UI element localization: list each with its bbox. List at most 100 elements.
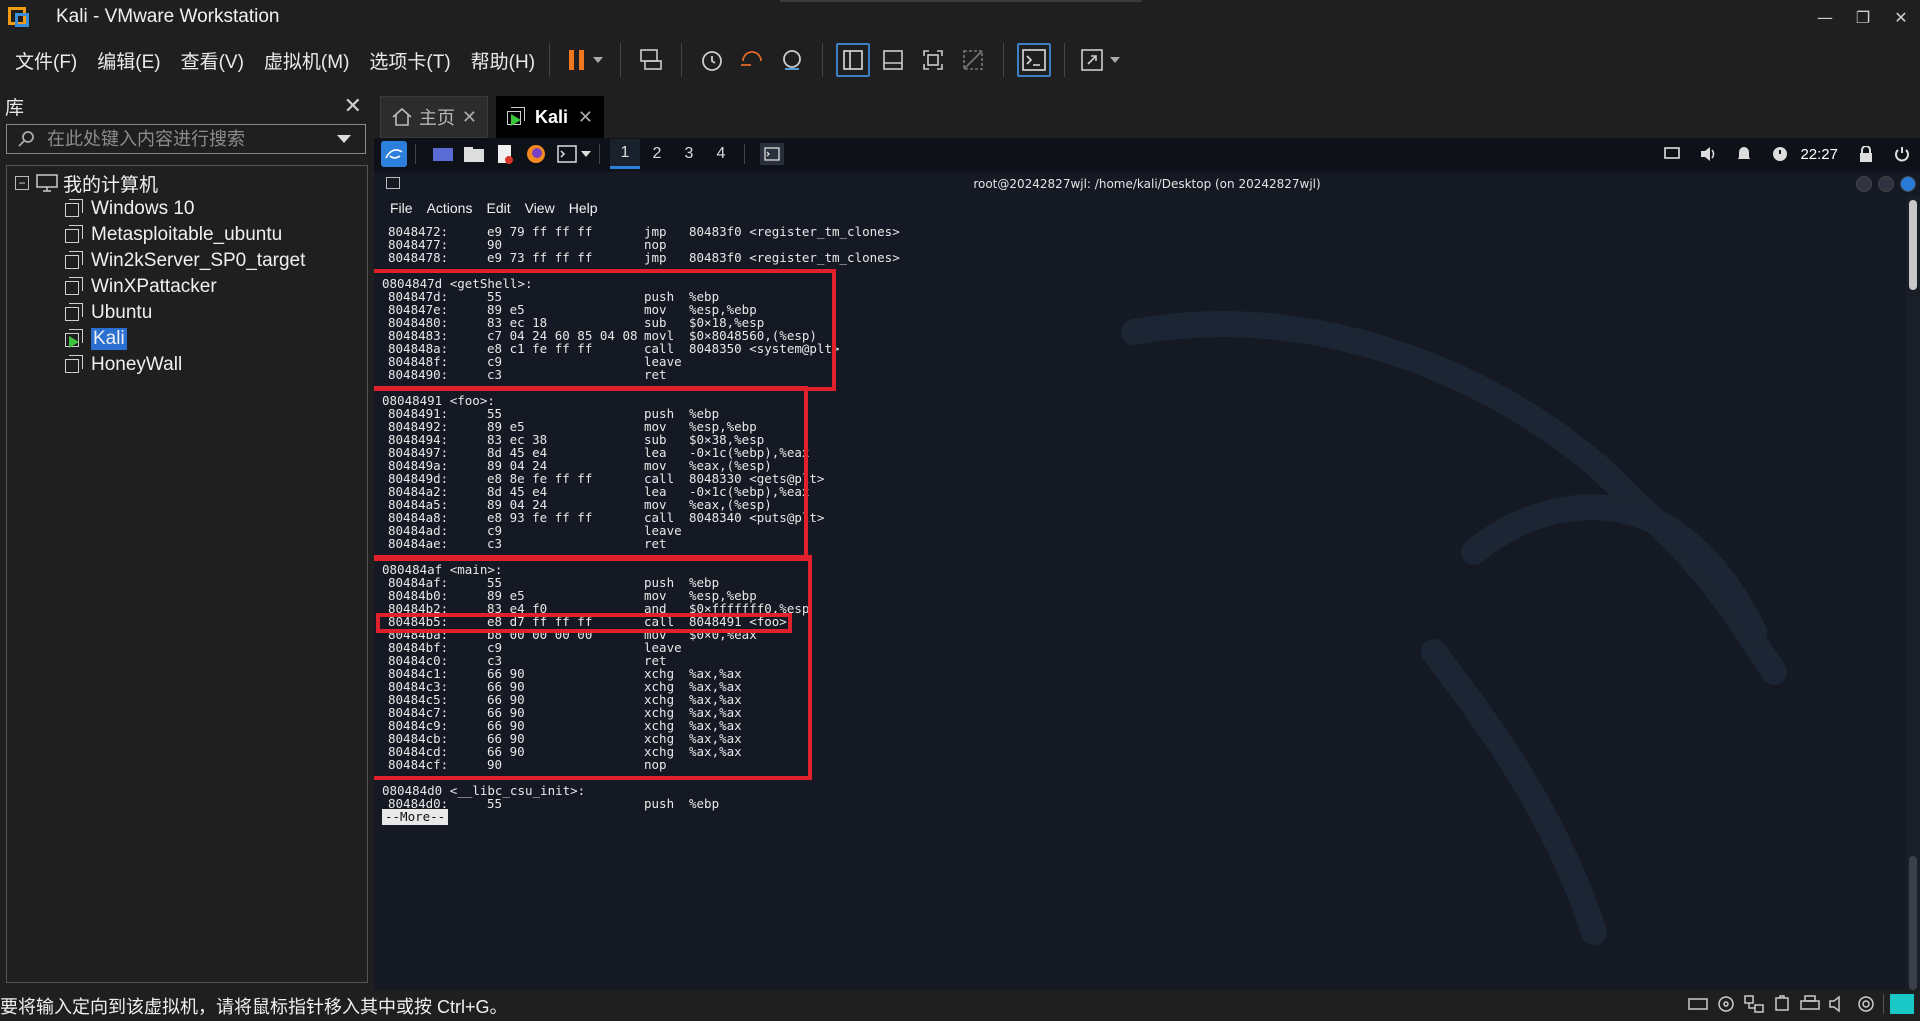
restore-button[interactable]: ❐	[1844, 0, 1882, 34]
window-title: Kali - VMware Workstation	[56, 6, 280, 27]
tree-item-vm[interactable]: HoneyWall	[7, 352, 367, 378]
snapshot-manager-icon[interactable]	[775, 43, 809, 77]
show-desktop-icon[interactable]	[431, 143, 455, 165]
tab-bar: 主页 ✕ Kali ✕	[372, 88, 1920, 138]
menu-help[interactable]: 帮助(H)	[471, 47, 535, 74]
workspace-2[interactable]: 2	[642, 139, 672, 169]
tree-item-vm[interactable]: WinXPattacker	[7, 274, 367, 300]
terminal-menu-file[interactable]: File	[390, 200, 413, 216]
vm-icon	[65, 199, 85, 219]
vm-running-icon	[507, 107, 527, 127]
menu-edit[interactable]: 编辑(E)	[97, 47, 160, 74]
toolbar-separator	[1003, 43, 1005, 77]
tab-home[interactable]: 主页 ✕	[380, 96, 488, 138]
display-icon[interactable]	[1659, 144, 1685, 164]
unity-icon[interactable]	[956, 43, 990, 77]
menu-view[interactable]: 查看(V)	[181, 47, 244, 74]
workspace-3[interactable]: 3	[674, 139, 704, 169]
device-tray	[1681, 994, 1914, 1014]
vm-icon	[65, 251, 85, 271]
terminal-scrollbar[interactable]	[1906, 196, 1920, 990]
thumbnail-view-icon[interactable]	[876, 43, 910, 77]
tree-item-vm[interactable]: Metasploitable_ubuntu	[7, 222, 367, 248]
terminal-titlebar: root@20242827wjl: /home/kali/Desktop (on…	[374, 172, 1920, 196]
firefox-icon[interactable]	[524, 143, 548, 165]
hdd-icon[interactable]	[1687, 994, 1709, 1014]
close-button[interactable]: ✕	[1882, 0, 1920, 34]
window-controls: — ❐ ✕	[1806, 0, 1920, 34]
fullscreen-icon[interactable]	[916, 43, 950, 77]
title-bar: Kali - VMware Workstation — ❐ ✕	[0, 0, 1920, 34]
minimize-button[interactable]: —	[1806, 0, 1844, 34]
terminal-minimize-button[interactable]	[1856, 176, 1872, 192]
terminal-maximize-button[interactable]	[1878, 176, 1894, 192]
logout-icon[interactable]	[1889, 144, 1915, 164]
send-ctrl-alt-del-icon[interactable]	[634, 43, 668, 77]
chevron-down-icon[interactable]	[581, 151, 591, 157]
lock-icon[interactable]	[1853, 144, 1879, 164]
terminal-menu-help[interactable]: Help	[569, 200, 598, 216]
tree-item-my-computer[interactable]: − 我的计算机	[7, 170, 367, 196]
tab-close-button[interactable]: ✕	[462, 107, 477, 128]
menu-file[interactable]: 文件(F)	[15, 47, 77, 74]
snapshot-icon[interactable]	[695, 43, 729, 77]
search-icon	[18, 131, 34, 147]
notification-icon[interactable]	[1731, 144, 1757, 164]
text-editor-icon[interactable]	[493, 143, 517, 165]
kali-menu-icon[interactable]	[381, 141, 407, 167]
file-manager-icon[interactable]	[462, 143, 486, 165]
chevron-down-icon[interactable]	[337, 135, 351, 143]
power-status-icon[interactable]	[1767, 144, 1793, 164]
scrollbar-indicator	[1909, 856, 1917, 990]
sound-icon[interactable]	[1827, 994, 1849, 1014]
workspace-4[interactable]: 4	[706, 139, 736, 169]
library-close-button[interactable]: ✕	[344, 94, 362, 119]
tree-item-label: Win2kServer_SP0_target	[91, 250, 306, 271]
panel-separator	[415, 144, 416, 164]
terminal-window[interactable]: root@20242827wjl: /home/kali/Desktop (on…	[374, 172, 1920, 990]
terminal-launcher-icon[interactable]	[555, 143, 579, 165]
panel-tray: 22:27	[1654, 138, 1920, 170]
printer-icon[interactable]	[1799, 994, 1821, 1014]
title-drag-strip	[780, 0, 1142, 2]
disasm-op: 80483f0 <register_tm_clones>	[689, 250, 900, 265]
panel-separator	[744, 144, 745, 164]
library-search-input[interactable]	[47, 128, 337, 150]
terminal-menu-view[interactable]: View	[525, 200, 555, 216]
vm-icon	[65, 277, 85, 297]
menu-vm[interactable]: 虚拟机(M)	[264, 47, 349, 74]
tab-close-button[interactable]: ✕	[578, 107, 593, 128]
network-icon[interactable]	[1743, 994, 1765, 1014]
cd-icon[interactable]	[1715, 994, 1737, 1014]
volume-icon[interactable]	[1695, 144, 1721, 164]
terminal-output[interactable]: 8048472: e9 79 ff ff ff jmp 80483f0 <regist…	[374, 222, 1894, 990]
stretch-icon[interactable]	[1078, 43, 1122, 77]
tree-item-vm[interactable]: Win2kServer_SP0_target	[7, 248, 367, 274]
tab-kali[interactable]: Kali ✕	[496, 96, 604, 138]
console-view-icon[interactable]	[1017, 43, 1052, 77]
disasm-bytes: e9 73 ff ff ff	[487, 250, 593, 265]
terminal-window-button[interactable]	[760, 143, 784, 165]
vm-icon	[65, 303, 85, 323]
library-header: 库 ✕	[0, 88, 372, 124]
message-icon[interactable]	[1890, 994, 1914, 1014]
library-view-icon[interactable]	[836, 43, 871, 77]
tree-item-vm-selected[interactable]: Kali	[7, 326, 367, 352]
tree-item-vm[interactable]: Ubuntu	[7, 300, 367, 326]
tree-item-vm[interactable]: Windows 10	[7, 196, 367, 222]
display-icon[interactable]	[1855, 994, 1877, 1014]
toolbar-separator	[681, 43, 683, 77]
tree-item-label: Windows 10	[91, 198, 195, 219]
terminal-menu-edit[interactable]: Edit	[486, 200, 510, 216]
vm-console[interactable]: 1 2 3 4 22:27 root@20242827wjl: /home/ka…	[374, 138, 1920, 990]
terminal-close-button[interactable]	[1900, 176, 1916, 192]
revert-snapshot-icon[interactable]	[735, 43, 769, 77]
menu-tabs[interactable]: 选项卡(T)	[369, 47, 450, 74]
clock[interactable]: 22:27	[1800, 146, 1838, 163]
pause-icon[interactable]	[563, 43, 607, 77]
scrollbar-thumb[interactable]	[1909, 200, 1917, 290]
usb-icon[interactable]	[1771, 994, 1793, 1014]
workspace-1[interactable]: 1	[610, 139, 640, 169]
terminal-menu-actions[interactable]: Actions	[427, 200, 473, 216]
collapse-icon[interactable]: −	[15, 176, 29, 190]
